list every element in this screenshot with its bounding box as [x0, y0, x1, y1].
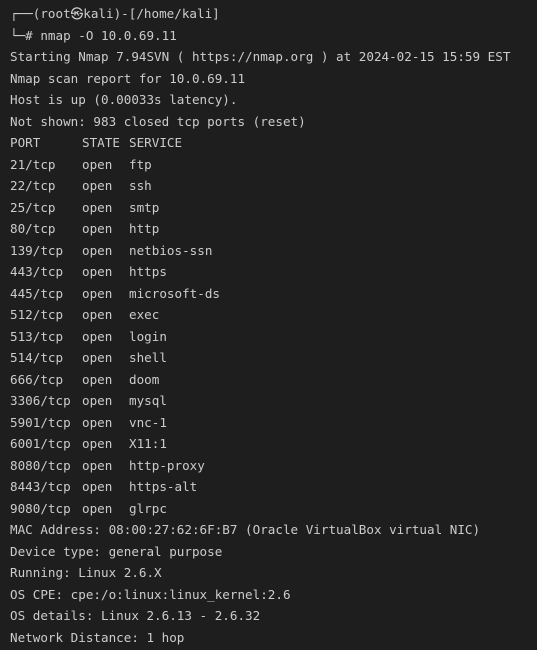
device-type-line: Device type: general purpose [10, 543, 223, 559]
service-cell: shell [129, 350, 167, 365]
port-cell: 139/tcp [10, 242, 64, 258]
port-cell: 8443/tcp [10, 479, 71, 494]
port-cell: 514/tcp [10, 350, 64, 365]
ports-table-body: 21/tcp open ftp 22/tcp open ssh 25/tcp open smtp… [10, 154, 537, 520]
service-cell: doom [129, 371, 160, 387]
table-row: 666/tcp open doom [10, 369, 537, 391]
state-cell: open [82, 479, 113, 494]
table-row: 5901/tcp open vnc-1 [10, 412, 537, 434]
running-line: Running: Linux 2.6.X [10, 565, 162, 580]
state-cell: open [82, 414, 113, 430]
service-cell: https [129, 264, 167, 279]
service-cell: login [129, 328, 167, 344]
service-cell: glrpc [129, 500, 167, 516]
table-row: 8443/tcp open https-alt [10, 476, 537, 498]
table-row: 8080/tcp open http-proxy [10, 455, 537, 477]
scan-report-line: Nmap scan report for 10.0.69.11 [10, 70, 246, 86]
state-cell: open [82, 436, 113, 451]
prompt-header-line: ┌──(root㉿kali)-[/home/kali] [10, 6, 220, 21]
table-row: 6001/tcp open X11:1 [10, 433, 537, 455]
table-row: 25/tcp open smtp [10, 197, 537, 219]
state-cell: open [82, 156, 113, 172]
state-cell: open [82, 221, 113, 236]
table-row: 514/tcp open shell [10, 347, 537, 369]
table-row: 3306/tcp open mysql [10, 390, 537, 412]
service-cell: exec [129, 307, 160, 322]
port-cell: 9080/tcp [10, 500, 71, 516]
table-row: 9080/tcp open glrpc [10, 498, 537, 520]
not-shown-line: Not shown: 983 closed tcp ports (reset) [10, 113, 306, 129]
service-cell: http [129, 221, 160, 236]
port-cell: 22/tcp [10, 178, 56, 193]
state-cell: open [82, 264, 113, 279]
os-cpe-line: OS CPE: cpe:/o:linux:linux_kernel:2.6 [10, 586, 291, 602]
state-cell: open [82, 457, 113, 473]
nmap-starting-line: Starting Nmap 7.94SVN ( https://nmap.org… [10, 49, 511, 64]
port-cell: 3306/tcp [10, 393, 71, 408]
state-cell: open [82, 285, 113, 301]
host-up-line: Host is up (0.00033s latency). [10, 92, 238, 107]
table-row: 445/tcp open microsoft-ds [10, 283, 537, 305]
mac-address-line: MAC Address: 08:00:27:62:6F:B7 (Oracle V… [10, 522, 481, 537]
port-cell: 666/tcp [10, 371, 64, 387]
state-cell: open [82, 307, 113, 322]
service-cell: X11:1 [129, 436, 167, 451]
port-column-header: PORT [10, 135, 41, 150]
state-cell: open [82, 328, 113, 344]
service-cell: https-alt [129, 479, 198, 494]
table-row: 443/tcp open https [10, 261, 537, 283]
service-cell: http-proxy [129, 457, 205, 473]
port-cell: 512/tcp [10, 307, 64, 322]
table-row: 21/tcp open ftp [10, 154, 537, 176]
port-cell: 80/tcp [10, 221, 56, 236]
table-row: 139/tcp open netbios-ssn [10, 240, 537, 262]
table-row: 80/tcp open http [10, 218, 537, 240]
port-cell: 25/tcp [10, 199, 56, 215]
service-column-header: SERVICE [129, 135, 183, 150]
port-cell: 21/tcp [10, 156, 56, 172]
port-cell: 8080/tcp [10, 457, 71, 473]
service-cell: ssh [129, 178, 152, 193]
port-cell: 5901/tcp [10, 414, 71, 430]
port-cell: 513/tcp [10, 328, 64, 344]
state-cell: open [82, 393, 113, 408]
prompt-command-line: └─# nmap -O 10.0.69.11 [10, 27, 177, 43]
port-cell: 445/tcp [10, 285, 64, 301]
table-row: 512/tcp open exec [10, 304, 537, 326]
service-cell: microsoft-ds [129, 285, 220, 301]
terminal-window[interactable]: ┌──(root㉿kali)-[/home/kali] └─# nmap -O … [0, 0, 537, 650]
service-cell: mysql [129, 393, 167, 408]
port-cell: 6001/tcp [10, 436, 71, 451]
state-cell: open [82, 500, 113, 516]
state-cell: open [82, 350, 113, 365]
table-row: 513/tcp open login [10, 326, 537, 348]
os-details-line: OS details: Linux 2.6.13 - 2.6.32 [10, 608, 261, 623]
port-cell: 443/tcp [10, 264, 64, 279]
table-row: 22/tcp open ssh [10, 175, 537, 197]
network-distance-line: Network Distance: 1 hop [10, 629, 185, 645]
service-cell: netbios-ssn [129, 242, 213, 258]
service-cell: smtp [129, 199, 160, 215]
ports-table-header: PORT STATE SERVICE [10, 132, 537, 154]
state-column-header: STATE [82, 135, 120, 150]
service-cell: vnc-1 [129, 414, 167, 430]
state-cell: open [82, 199, 113, 215]
state-cell: open [82, 371, 113, 387]
state-cell: open [82, 242, 113, 258]
service-cell: ftp [129, 156, 152, 172]
state-cell: open [82, 178, 113, 193]
